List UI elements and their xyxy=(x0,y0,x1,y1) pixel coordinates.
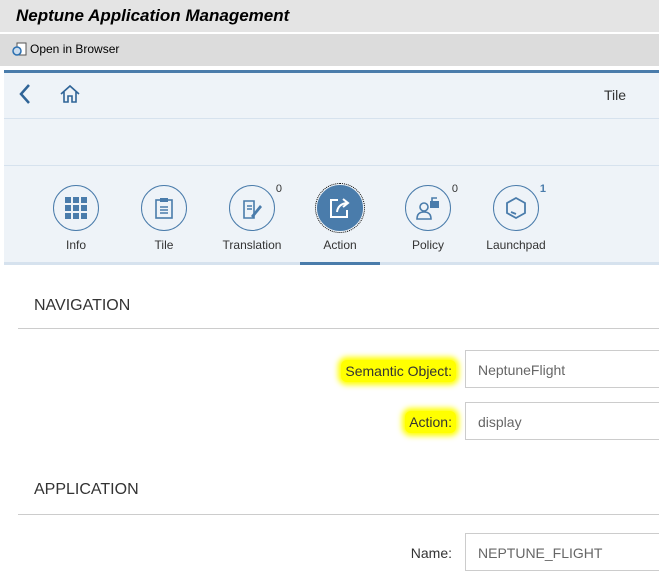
tab-badge: 0 xyxy=(275,183,282,195)
divider xyxy=(4,165,659,166)
cube-icon xyxy=(493,185,539,231)
tab-badge: 0 xyxy=(451,183,458,195)
tab-action[interactable]: Action xyxy=(300,183,380,252)
user-lock-icon xyxy=(405,185,451,231)
tab-policy[interactable]: 0 Policy xyxy=(388,183,468,252)
semantic-object-label: Semantic Object: xyxy=(341,360,456,382)
action-input[interactable]: display xyxy=(465,402,659,440)
title-bar: Neptune Application Management xyxy=(0,0,659,32)
tab-label: Info xyxy=(65,238,86,252)
toolbar: Open in Browser xyxy=(0,34,659,66)
grid-icon xyxy=(53,185,99,231)
name-input[interactable]: NEPTUNE_FLIGHT xyxy=(465,533,659,571)
tab-label: Tile xyxy=(154,238,174,252)
home-icon[interactable] xyxy=(59,83,81,105)
share-icon xyxy=(315,183,365,233)
tab-badge: 1 xyxy=(539,183,546,195)
clipboard-icon xyxy=(141,185,187,231)
open-in-browser-icon xyxy=(12,42,27,56)
tab-label: Translation xyxy=(222,238,282,252)
action-label: Action: xyxy=(405,411,456,433)
open-in-browser-label: Open in Browser xyxy=(30,42,120,56)
divider xyxy=(18,514,659,515)
tab-tile[interactable]: Tile xyxy=(124,185,204,252)
navigation-heading: NAVIGATION xyxy=(34,297,131,314)
divider xyxy=(4,118,659,119)
tab-label: Launchpad xyxy=(486,238,546,252)
shell-header: Tile Info Tile 0 Translation Action 0 Po… xyxy=(4,73,659,263)
back-icon[interactable] xyxy=(18,83,32,105)
semantic-object-input[interactable]: NeptuneFlight xyxy=(465,350,659,388)
tab-launchpad[interactable]: 1 Launchpad xyxy=(476,183,556,252)
application-heading: APPLICATION xyxy=(34,481,139,498)
open-in-browser-button[interactable]: Open in Browser xyxy=(12,42,119,56)
name-label: Name: xyxy=(410,545,452,561)
tab-label: Action xyxy=(323,238,357,252)
active-tab-indicator xyxy=(300,262,380,265)
document-edit-icon xyxy=(229,185,275,231)
page-title: Tile xyxy=(603,87,626,103)
tab-info[interactable]: Info xyxy=(36,185,116,252)
tab-label: Policy xyxy=(411,238,444,252)
tab-translation[interactable]: 0 Translation xyxy=(212,183,292,252)
window-title: Neptune Application Management xyxy=(16,6,290,25)
divider xyxy=(18,328,659,329)
